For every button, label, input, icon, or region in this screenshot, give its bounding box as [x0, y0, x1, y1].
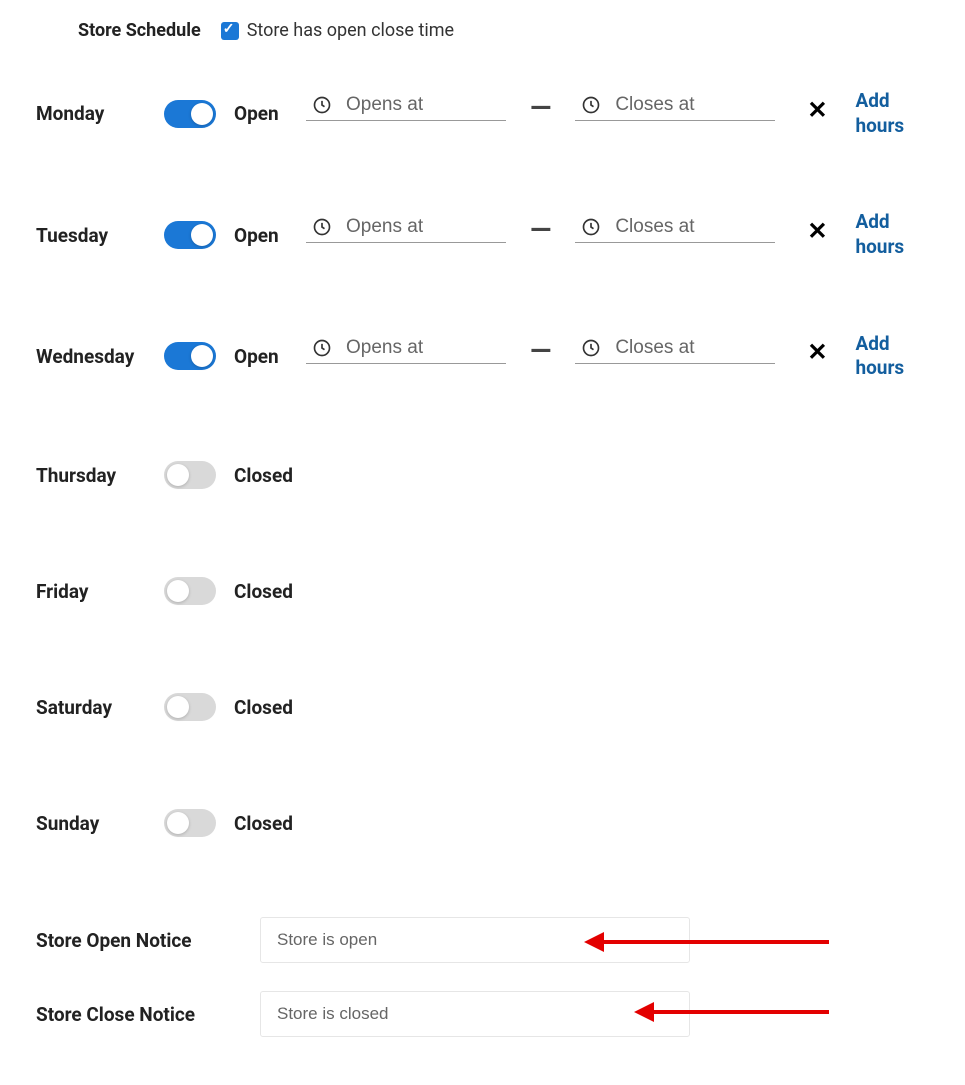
day-label: Wednesday: [36, 345, 164, 368]
remove-hours-button[interactable]: ✕: [807, 96, 827, 124]
day-status: Closed: [234, 580, 292, 603]
closes-at-field[interactable]: [575, 212, 775, 243]
opens-at-input[interactable]: [346, 337, 500, 359]
day-label: Monday: [36, 102, 164, 125]
day-status: Open: [234, 345, 292, 368]
add-hours-link[interactable]: Add hours: [855, 332, 915, 381]
opens-at-input[interactable]: [346, 94, 500, 116]
clock-icon: [312, 217, 332, 237]
opens-at-field[interactable]: [306, 333, 506, 364]
store-close-notice-label: Store Close Notice: [36, 1003, 260, 1026]
toggle-knob: [167, 580, 189, 602]
day-toggle[interactable]: [164, 100, 216, 128]
time-range-dash: —: [530, 91, 551, 124]
annotation-arrow: [592, 940, 829, 944]
closes-at-field[interactable]: [575, 333, 775, 364]
clock-icon: [581, 338, 601, 358]
opens-at-field[interactable]: [306, 90, 506, 121]
closes-at-input[interactable]: [615, 216, 769, 238]
day-status: Open: [234, 224, 292, 247]
clock-icon: [312, 338, 332, 358]
day-label: Sunday: [36, 812, 164, 835]
store-close-notice-input[interactable]: [260, 991, 690, 1037]
has-open-close-checkbox[interactable]: [221, 22, 239, 40]
day-status: Closed: [234, 464, 292, 487]
opens-at-input[interactable]: [346, 216, 500, 238]
day-row: Wednesday Open — ✕ Add hours: [36, 332, 929, 381]
toggle-knob: [191, 345, 213, 367]
day-label: Thursday: [36, 464, 164, 487]
closes-at-input[interactable]: [615, 94, 769, 116]
day-row: Tuesday Open — ✕ Add hours: [36, 210, 929, 259]
day-row: Saturday Closed: [36, 685, 929, 729]
opens-at-field[interactable]: [306, 212, 506, 243]
day-status: Closed: [234, 696, 292, 719]
day-toggle[interactable]: [164, 693, 216, 721]
day-toggle[interactable]: [164, 809, 216, 837]
day-status: Closed: [234, 812, 292, 835]
has-open-close-label: Store has open close time: [247, 20, 454, 41]
toggle-knob: [167, 812, 189, 834]
day-row: Sunday Closed: [36, 801, 929, 845]
day-label: Friday: [36, 580, 164, 603]
day-row: Friday Closed: [36, 569, 929, 613]
day-row: Thursday Closed: [36, 453, 929, 497]
annotation-arrow: [642, 1010, 829, 1014]
remove-hours-button[interactable]: ✕: [807, 217, 827, 245]
closes-at-field[interactable]: [575, 90, 775, 121]
time-range-dash: —: [530, 213, 551, 246]
day-label: Saturday: [36, 696, 164, 719]
add-hours-link[interactable]: Add hours: [855, 210, 915, 259]
toggle-knob: [167, 464, 189, 486]
day-toggle[interactable]: [164, 577, 216, 605]
toggle-knob: [191, 103, 213, 125]
closes-at-input[interactable]: [615, 337, 769, 359]
clock-icon: [581, 95, 601, 115]
store-schedule-label: Store Schedule: [78, 20, 201, 41]
day-label: Tuesday: [36, 224, 164, 247]
day-row: Monday Open — ✕ Add hours: [36, 89, 929, 138]
day-toggle[interactable]: [164, 461, 216, 489]
clock-icon: [312, 95, 332, 115]
add-hours-link[interactable]: Add hours: [855, 89, 915, 138]
remove-hours-button[interactable]: ✕: [807, 338, 827, 366]
toggle-knob: [167, 696, 189, 718]
day-status: Open: [234, 102, 292, 125]
time-range-dash: —: [530, 334, 551, 367]
store-open-notice-label: Store Open Notice: [36, 929, 260, 952]
day-toggle[interactable]: [164, 342, 216, 370]
day-toggle[interactable]: [164, 221, 216, 249]
toggle-knob: [191, 224, 213, 246]
clock-icon: [581, 217, 601, 237]
